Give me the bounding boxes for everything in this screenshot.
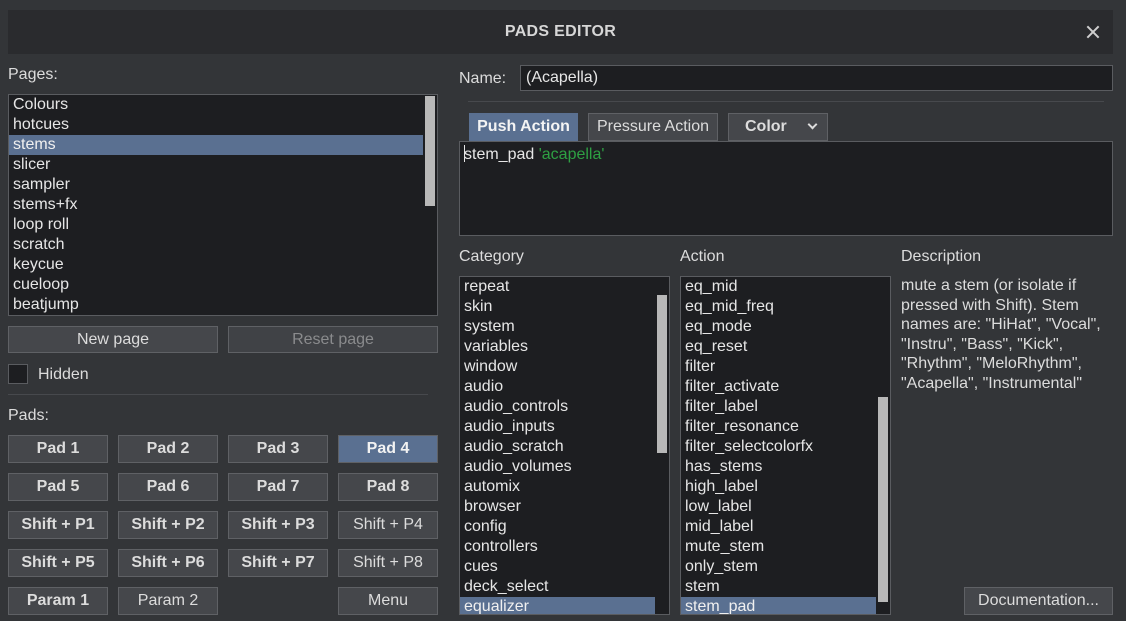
list-item[interactable]: loop roll xyxy=(9,215,423,235)
list-item[interactable]: config xyxy=(460,517,655,537)
hidden-label: Hidden xyxy=(38,366,89,383)
chevron-down-icon xyxy=(807,119,818,130)
list-item[interactable]: scratch xyxy=(9,235,423,255)
tab-push-action[interactable]: Push Action xyxy=(469,113,578,141)
list-item[interactable]: audio_scratch xyxy=(460,437,655,457)
list-item[interactable]: audio_controls xyxy=(460,397,655,417)
tab-color[interactable]: Color xyxy=(728,113,828,141)
list-item[interactable]: filter_resonance xyxy=(681,417,876,437)
pad-button[interactable]: Pad 8 xyxy=(338,473,438,501)
list-item[interactable]: variables xyxy=(460,337,655,357)
pad-button[interactable]: Param 2 xyxy=(118,587,218,615)
script-editor[interactable]: stem_pad 'acapella' xyxy=(459,141,1113,236)
pad-button[interactable]: Shift + P8 xyxy=(338,549,438,577)
list-item[interactable]: cues xyxy=(460,557,655,577)
tab-color-label: Color xyxy=(745,118,787,135)
new-page-button[interactable]: New page xyxy=(8,326,218,353)
list-item[interactable]: keycue xyxy=(9,255,423,275)
list-item[interactable]: automix xyxy=(460,477,655,497)
list-item[interactable]: stem_pad xyxy=(681,597,876,614)
description-text: mute a stem (or isolate if pressed with … xyxy=(901,277,1101,392)
category-scrollbar[interactable] xyxy=(655,277,669,614)
action-header: Action xyxy=(680,248,725,265)
description-header: Description xyxy=(901,248,982,265)
pad-button[interactable]: Shift + P7 xyxy=(228,549,328,577)
pad-button[interactable]: Pad 2 xyxy=(118,435,218,463)
pages-scrollbar[interactable] xyxy=(423,95,437,315)
name-input[interactable]: (Acapella) xyxy=(520,65,1113,91)
action-scrollbar[interactable] xyxy=(876,277,890,614)
list-item[interactable]: system xyxy=(460,317,655,337)
pages-list[interactable]: Colours hotcues stems slicer sampler stems+fx… xyxy=(8,94,438,316)
pad-button[interactable]: Pad 6 xyxy=(118,473,218,501)
list-item[interactable]: audio_volumes xyxy=(460,457,655,477)
pad-button[interactable]: Pad 1 xyxy=(8,435,108,463)
list-item[interactable]: filter_label xyxy=(681,397,876,417)
separator xyxy=(468,101,1104,102)
script-command: stem_pad xyxy=(464,146,535,163)
pad-button[interactable]: Shift + P4 xyxy=(338,511,438,539)
name-label: Name: xyxy=(459,70,507,87)
list-item[interactable]: audio_inputs xyxy=(460,417,655,437)
list-item[interactable]: eq_mid_freq xyxy=(681,297,876,317)
list-item[interactable]: slicer xyxy=(9,155,423,175)
list-item[interactable]: only_stem xyxy=(681,557,876,577)
list-item[interactable]: window xyxy=(460,357,655,377)
list-item[interactable]: beatjump xyxy=(9,295,423,315)
close-icon[interactable] xyxy=(1084,23,1102,41)
title-bar: PADS EDITOR xyxy=(8,10,1113,54)
list-item[interactable]: hotcues xyxy=(9,115,423,135)
list-item[interactable]: eq_mode xyxy=(681,317,876,337)
list-item[interactable]: mid_label xyxy=(681,517,876,537)
list-item[interactable]: low_label xyxy=(681,497,876,517)
list-item[interactable]: deck_select xyxy=(460,577,655,597)
pad-button[interactable]: Shift + P6 xyxy=(118,549,218,577)
pages-scroll-thumb[interactable] xyxy=(425,96,435,206)
separator xyxy=(8,394,428,395)
pad-button[interactable]: Pad 3 xyxy=(228,435,328,463)
pad-button[interactable]: Shift + P2 xyxy=(118,511,218,539)
list-item[interactable]: browser xyxy=(460,497,655,517)
pad-button[interactable]: Shift + P5 xyxy=(8,549,108,577)
list-item[interactable]: cueloop xyxy=(9,275,423,295)
list-item[interactable]: skin xyxy=(460,297,655,317)
list-item[interactable]: high_label xyxy=(681,477,876,497)
hidden-checkbox[interactable] xyxy=(8,364,28,384)
category-scroll-thumb[interactable] xyxy=(657,295,667,453)
list-item[interactable]: eq_mid xyxy=(681,277,876,297)
pad-button[interactable]: Param 1 xyxy=(8,587,108,615)
list-item[interactable]: eq_reset xyxy=(681,337,876,357)
action-list[interactable]: eq_mid eq_mid_freq eq_mode eq_reset filter fi… xyxy=(680,276,891,615)
pad-button[interactable]: Pad 4 xyxy=(338,435,438,463)
list-item[interactable]: stems+fx xyxy=(9,195,423,215)
pad-button[interactable]: Menu xyxy=(338,587,438,615)
window-title: PADS EDITOR xyxy=(504,23,617,40)
list-item[interactable]: repeat xyxy=(460,277,655,297)
list-item[interactable]: filter_selectcolorfx xyxy=(681,437,876,457)
list-item[interactable]: controllers xyxy=(460,537,655,557)
list-item[interactable]: has_stems xyxy=(681,457,876,477)
category-list[interactable]: repeat skin system variables window audio audi… xyxy=(459,276,670,615)
pages-label: Pages: xyxy=(8,66,58,83)
pads-label: Pads: xyxy=(8,407,49,424)
list-item[interactable]: filter_activate xyxy=(681,377,876,397)
list-item[interactable]: equalizer xyxy=(460,597,655,614)
list-item[interactable]: stem xyxy=(681,577,876,597)
pad-button[interactable]: Shift + P3 xyxy=(228,511,328,539)
list-item[interactable]: Colours xyxy=(9,95,423,115)
pad-button[interactable]: Pad 5 xyxy=(8,473,108,501)
list-item[interactable]: stems xyxy=(9,135,423,155)
pad-button[interactable]: Shift + P1 xyxy=(8,511,108,539)
reset-page-button[interactable]: Reset page xyxy=(228,326,438,353)
pad-button[interactable]: Pad 7 xyxy=(228,473,328,501)
action-scroll-thumb[interactable] xyxy=(878,397,888,602)
list-item[interactable]: filter xyxy=(681,357,876,377)
documentation-button[interactable]: Documentation... xyxy=(964,587,1113,615)
list-item[interactable]: audio xyxy=(460,377,655,397)
script-argument: 'acapella' xyxy=(538,146,605,163)
tab-pressure-action[interactable]: Pressure Action xyxy=(588,113,718,141)
list-item[interactable]: mute_stem xyxy=(681,537,876,557)
category-header: Category xyxy=(459,248,524,265)
list-item[interactable]: sampler xyxy=(9,175,423,195)
